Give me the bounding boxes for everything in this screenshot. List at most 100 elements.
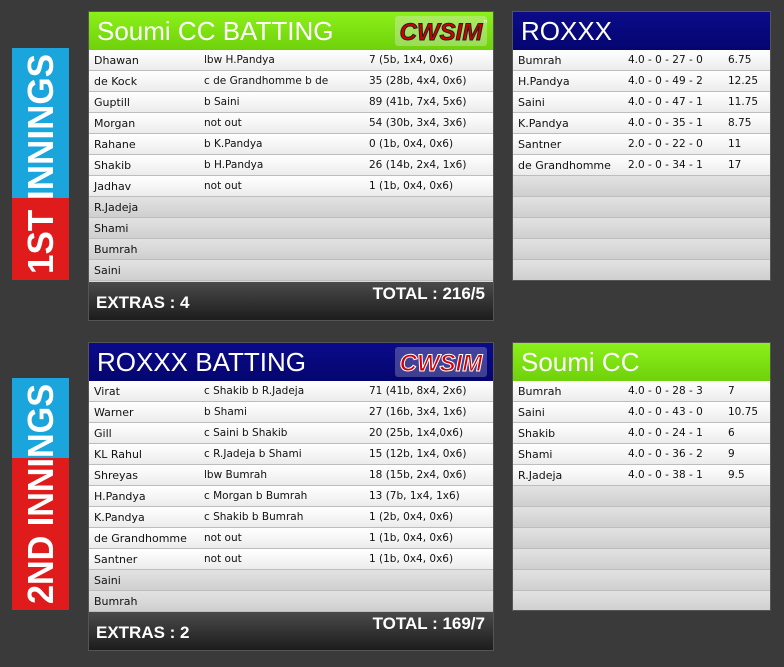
svg-text:CWSIM: CWSIM [400, 19, 484, 46]
bowling-row: Saini 4.0 - 0 - 47 - 1 11.75 [513, 92, 770, 113]
bowler-economy: 12.25 [728, 75, 759, 87]
batter-dismissal: not out [204, 532, 242, 544]
batter-name: Guptill [94, 95, 130, 109]
batter-name: Warner [94, 405, 134, 419]
cwsim-logo: CWSIM [395, 347, 487, 377]
batting-row: de Grandhomme not out 1 (1b, 0x4, 0x6) [89, 528, 493, 549]
bowler-figures: 4.0 - 0 - 28 - 3 [628, 385, 703, 397]
batter-name: Shakib [94, 158, 132, 172]
batter-dismissal: c Shakib b R.Jadeja [204, 385, 305, 397]
bowler-economy: 9 [728, 448, 735, 460]
batting-row: KL Rahul c R.Jadeja b Shami 15 (12b, 1x4, … [89, 444, 493, 465]
batter-dismissal: c Saini b Shakib [204, 427, 288, 439]
bowling-row [513, 239, 770, 260]
innings1-batting-title: Soumi CC BATTING [97, 16, 334, 46]
batter-score: 27 (16b, 3x4, 1x6) [369, 406, 467, 418]
bowler-name: Shakib [518, 426, 556, 440]
batter-dismissal: c de Grandhomme b de [204, 75, 329, 87]
batter-dismissal: b K.Pandya [204, 138, 263, 150]
bowling-row [513, 218, 770, 239]
batter-score: 7 (5b, 1x4, 0x6) [369, 54, 454, 66]
bowler-figures: 2.0 - 0 - 34 - 1 [628, 159, 703, 171]
innings2-side-banner: 2ND INNINGS [12, 378, 69, 610]
batter-name: Bumrah [94, 594, 138, 608]
innings2-batting-title: ROXXX BATTING [97, 347, 306, 377]
innings1-side-label-graphic: 1ST INNINGS [12, 48, 69, 280]
bowling-row [513, 260, 770, 280]
batter-dismissal: lbw Bumrah [204, 469, 267, 481]
batting-row: Bumrah [89, 591, 493, 612]
batter-score: 18 (15b, 2x4, 0x6) [369, 469, 467, 481]
batter-name: de Kock [94, 74, 138, 88]
innings2-total: TOTAL : 169/7 [372, 614, 485, 633]
batter-name: de Grandhomme [94, 531, 187, 545]
batting-row: Guptill b Saini 89 (41b, 7x4, 5x6) [89, 92, 493, 113]
bowler-name: Santner [518, 137, 562, 151]
bowling-row [513, 197, 770, 218]
batter-score: 1 (1b, 0x4, 0x6) [369, 180, 454, 192]
innings1-bowling-header: ROXXX [513, 12, 770, 50]
bowling-row [513, 176, 770, 197]
bowler-economy: 7 [728, 385, 735, 397]
bowler-economy: 11.75 [728, 96, 759, 108]
innings1-total: TOTAL : 216/5 [372, 284, 485, 303]
batter-name: H.Pandya [94, 489, 146, 503]
bowling-row: Bumrah 4.0 - 0 - 27 - 0 6.75 [513, 50, 770, 71]
innings1-extras: EXTRAS : 4 [96, 293, 190, 312]
batting-row: Bumrah [89, 239, 493, 260]
bowling-row: H.Pandya 4.0 - 0 - 49 - 2 12.25 [513, 71, 770, 92]
bowling-row: de Grandhomme 2.0 - 0 - 34 - 1 17 [513, 155, 770, 176]
batter-score: 1 (1b, 0x4, 0x6) [369, 553, 454, 565]
bowler-name: de Grandhomme [518, 158, 611, 172]
batter-dismissal: c Morgan b Bumrah [204, 490, 308, 502]
bowler-figures: 4.0 - 0 - 24 - 1 [628, 427, 703, 439]
bowler-economy: 8.75 [728, 117, 752, 129]
innings1-side-label: 1ST INNINGS [20, 54, 61, 274]
bowling-row: R.Jadeja 4.0 - 0 - 38 - 1 9.5 [513, 465, 770, 486]
bowling-row: K.Pandya 4.0 - 0 - 35 - 1 8.75 [513, 113, 770, 134]
batting-row: Morgan not out 54 (30b, 3x4, 3x6) [89, 113, 493, 134]
bowler-figures: 4.0 - 0 - 35 - 1 [628, 117, 703, 129]
bowling-row: Bumrah 4.0 - 0 - 28 - 3 7 [513, 381, 770, 402]
bowling-row: Shakib 4.0 - 0 - 24 - 1 6 [513, 423, 770, 444]
batter-score: 20 (25b, 1x4,0x6) [369, 427, 464, 439]
batter-score: 0 (1b, 0x4, 0x6) [369, 138, 454, 150]
cwsim-logo: CWSIM ™ [395, 16, 487, 46]
bowler-figures: 4.0 - 0 - 43 - 0 [628, 406, 703, 418]
batting-row: de Kock c de Grandhomme b de 35 (28b, 4x4,… [89, 71, 493, 92]
bowling-row [513, 570, 770, 591]
batter-score: 71 (41b, 8x4, 2x6) [369, 385, 467, 397]
innings1-batting-header: Soumi CC BATTING CWSIM ™ [89, 12, 493, 50]
batter-dismissal: b Saini [204, 96, 240, 108]
batter-score: 89 (41b, 7x4, 5x6) [369, 96, 467, 108]
batter-name: K.Pandya [94, 510, 145, 524]
innings2-batting-table: Virat c Shakib b R.Jadeja 71 (41b, 8x4, 2x… [89, 381, 493, 612]
batting-row: Saini [89, 570, 493, 591]
innings1-batting-table: Dhawan lbw H.Pandya 7 (5b, 1x4, 0x6) de Koc… [89, 50, 493, 281]
batter-dismissal: c Shakib b Bumrah [204, 511, 304, 523]
batting-row: Dhawan lbw H.Pandya 7 (5b, 1x4, 0x6) [89, 50, 493, 71]
bowling-row: Shami 4.0 - 0 - 36 - 2 9 [513, 444, 770, 465]
batting-row: Shami [89, 218, 493, 239]
innings2-side-label: 2ND INNINGS [20, 384, 61, 604]
batter-score: 35 (28b, 4x4, 0x6) [369, 75, 467, 87]
bowling-row: Santner 2.0 - 0 - 22 - 0 11 [513, 134, 770, 155]
innings2-batting-footer: EXTRAS : 2 TOTAL : 169/7 [89, 612, 493, 650]
bowler-figures: 4.0 - 0 - 49 - 2 [628, 75, 703, 87]
batter-name: Morgan [94, 116, 136, 130]
innings2-batting-panel: ROXXX BATTING CWSIM Virat c Shakib b R.Ja… [88, 342, 494, 651]
batter-name: Dhawan [94, 53, 139, 67]
bowling-row: Saini 4.0 - 0 - 43 - 0 10.75 [513, 402, 770, 423]
batter-score: 26 (14b, 2x4, 1x6) [369, 159, 467, 171]
batting-row: Virat c Shakib b R.Jadeja 71 (41b, 8x4, 2x… [89, 381, 493, 402]
bowler-figures: 2.0 - 0 - 22 - 0 [628, 138, 703, 150]
batter-name: Bumrah [94, 242, 138, 256]
batter-name: Shami [94, 221, 129, 235]
bowler-economy: 10.75 [728, 406, 759, 418]
innings1-batting-footer: EXTRAS : 4 TOTAL : 216/5 [89, 282, 493, 320]
innings1-batting-panel: Soumi CC BATTING CWSIM ™ Dhawan lbw H.Pan… [88, 11, 494, 321]
batting-row: Jadhav not out 1 (1b, 0x4, 0x6) [89, 176, 493, 197]
batting-row: Shreyas lbw Bumrah 18 (15b, 2x4, 0x6) [89, 465, 493, 486]
batter-score: 1 (1b, 0x4, 0x6) [369, 532, 454, 544]
innings1-bowling-table: Bumrah 4.0 - 0 - 27 - 0 6.75 H.Pandya 4.0 - … [513, 50, 770, 280]
